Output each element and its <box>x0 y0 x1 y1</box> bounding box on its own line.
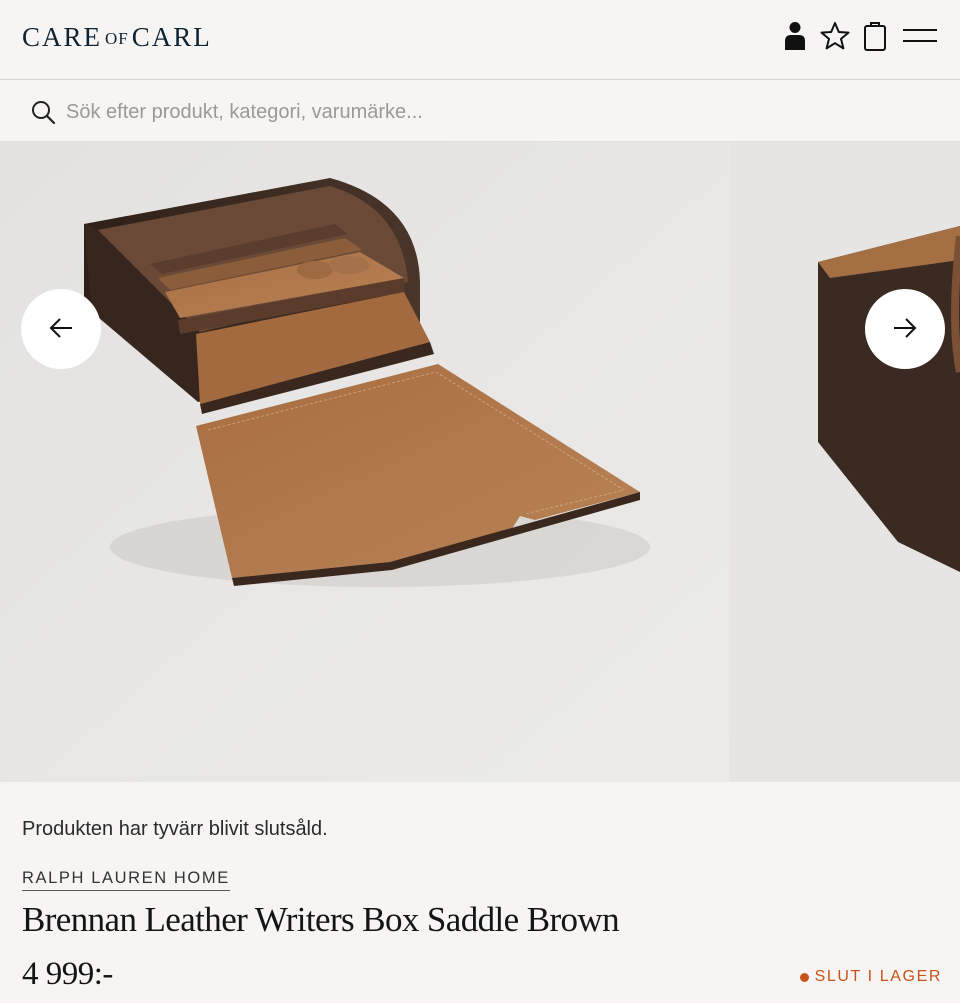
sold-out-message: Produkten har tyvärr blivit slutsåld. <box>22 818 328 840</box>
menu-hamburger-icon[interactable] <box>900 18 940 54</box>
stock-status: SLUT I LAGER <box>799 968 942 986</box>
arrow-left-icon <box>48 316 74 343</box>
header-actions <box>780 18 940 54</box>
product-title: Brennan Leather Writers Box Saddle Brown <box>22 900 620 939</box>
product-image-main <box>0 142 729 782</box>
stock-status-label: SLUT I LAGER <box>814 968 942 985</box>
site-logo[interactable]: CARE OF CARL <box>22 22 212 53</box>
gallery-prev-button[interactable] <box>21 289 101 369</box>
search-input[interactable] <box>66 93 926 131</box>
stock-status-dot-icon <box>799 972 809 982</box>
search-bar <box>0 81 960 142</box>
gallery-next-button[interactable] <box>865 289 945 369</box>
product-image-gallery[interactable] <box>0 142 960 782</box>
product-image-next <box>730 142 960 782</box>
brand-link[interactable]: RALPH LAUREN HOME <box>22 869 230 891</box>
favorites-star-icon[interactable] <box>820 18 850 54</box>
logo-text-of: OF <box>105 29 129 48</box>
logo-text-care: CARE <box>22 22 103 52</box>
shopping-bag-icon[interactable] <box>860 18 890 54</box>
arrow-right-icon <box>892 316 918 343</box>
logo-text-carl: CARL <box>131 22 212 52</box>
account-icon[interactable] <box>780 18 810 54</box>
product-price: 4 999:- <box>22 956 113 992</box>
search-icon[interactable] <box>30 99 56 125</box>
site-header: CARE OF CARL <box>0 0 960 80</box>
